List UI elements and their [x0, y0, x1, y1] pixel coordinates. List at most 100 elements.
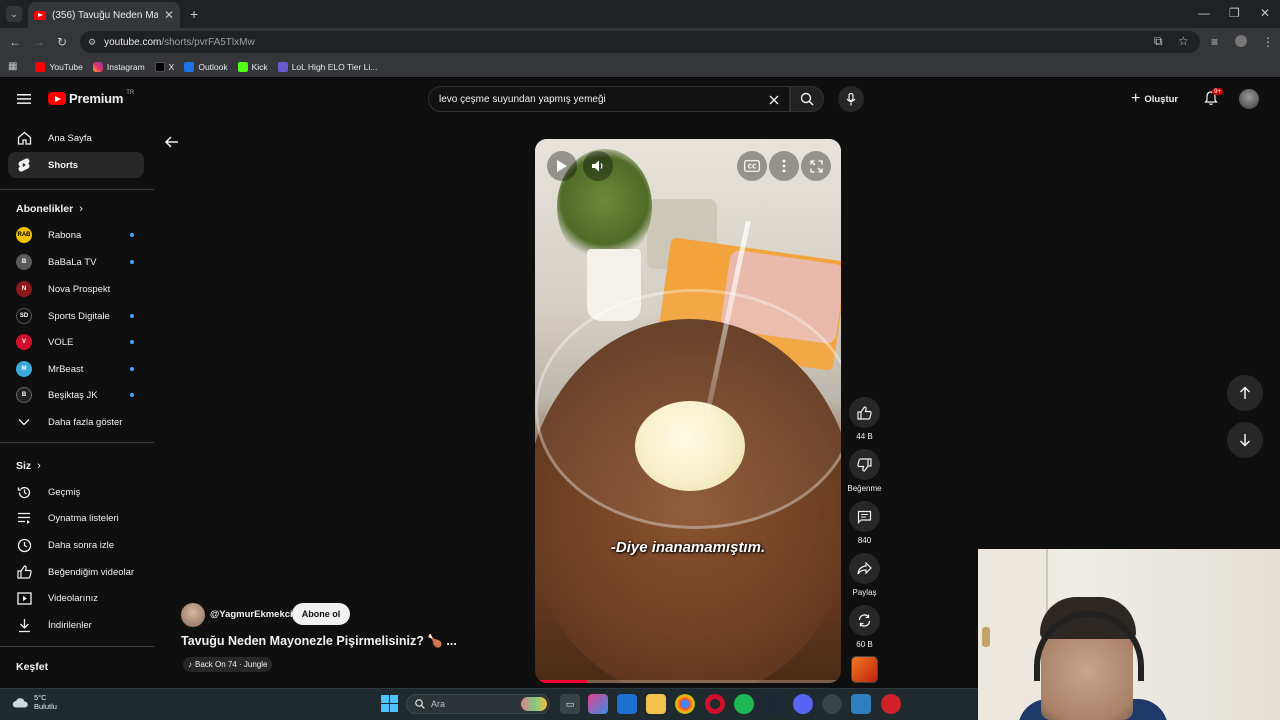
url-host: youtube.com	[104, 36, 162, 48]
network-app-icon[interactable]	[851, 694, 871, 714]
steam-icon[interactable]	[763, 694, 783, 714]
chrome-icon[interactable]	[675, 694, 695, 714]
share-button[interactable]: Paylaş	[849, 553, 880, 597]
youtube-premium-logo[interactable]: Premium TR	[48, 90, 134, 106]
history-icon	[16, 484, 32, 500]
window-close-icon[interactable]: ✕	[1260, 7, 1270, 19]
arrow-up-icon	[1239, 386, 1251, 399]
browser-menu-icon[interactable]: ⋮	[1262, 36, 1274, 48]
shorts-video-player[interactable]: CC -Diye inanamamıştım.	[535, 139, 841, 683]
next-short-button[interactable]	[1227, 422, 1263, 458]
sidebar-item-home[interactable]: Ana Sayfa	[8, 125, 144, 151]
audio-track-link[interactable]: ♪ Back On 74 · Jungle	[183, 657, 273, 672]
task-view-icon[interactable]: ▭	[560, 694, 580, 714]
new-tab-icon[interactable]: +	[190, 7, 198, 21]
tab-close-icon[interactable]: ✕	[164, 9, 174, 21]
sidebar-item-watch-later[interactable]: Daha sonra izle	[8, 532, 144, 558]
restore-icon[interactable]: ❐	[1229, 7, 1240, 19]
subscribe-button[interactable]: Abone ol	[292, 603, 350, 625]
door-handle	[982, 627, 990, 647]
spotify-icon[interactable]	[734, 694, 754, 714]
create-button[interactable]: + Oluştur	[1131, 91, 1178, 107]
site-info-icon[interactable]: ⚙	[88, 37, 96, 47]
sidebar-channel-besiktas[interactable]: B Beşiktaş JK	[8, 382, 144, 408]
bookmark-x[interactable]: X	[154, 61, 174, 72]
apps-grid-icon[interactable]: ▦	[8, 61, 17, 72]
you-heading[interactable]: Siz ›	[16, 460, 41, 472]
notifications-button[interactable]: 9+	[1204, 88, 1224, 107]
sidebar-channel-mrbeast[interactable]: M MrBeast	[8, 356, 144, 382]
account-avatar[interactable]	[1239, 89, 1259, 109]
volume-icon	[592, 160, 603, 172]
search-button[interactable]	[790, 86, 824, 112]
cloud-icon	[12, 697, 28, 707]
sidebar-channel-rabona[interactable]: RAB Rabona	[8, 222, 144, 248]
sidebar-item-history[interactable]: Geçmiş	[8, 479, 144, 505]
remix-button[interactable]: 60 B	[849, 605, 880, 649]
previous-short-button[interactable]	[1227, 375, 1263, 411]
volume-button[interactable]	[583, 151, 613, 181]
back-icon[interactable]: ←	[9, 36, 21, 48]
windows-start-icon[interactable]	[381, 695, 398, 712]
dislike-button[interactable]: Beğenme	[847, 449, 882, 493]
channel-avatar: SD	[16, 308, 32, 324]
thumbs-up-icon	[857, 405, 872, 420]
more-options-button[interactable]	[769, 151, 799, 181]
bookmark-youtube[interactable]: YouTube	[35, 61, 83, 72]
subscriptions-heading[interactable]: Abonelikler ›	[16, 203, 83, 215]
show-more-button[interactable]: Daha fazla göster	[8, 409, 144, 435]
channel-name[interactable]: @YagmurEkmekci	[210, 609, 293, 620]
forward-icon[interactable]: →	[33, 36, 45, 48]
app-icon[interactable]	[881, 694, 901, 714]
file-explorer-icon[interactable]	[646, 694, 666, 714]
tab-search-button[interactable]: ⌄	[6, 6, 22, 22]
play-button[interactable]	[547, 151, 577, 181]
sidebar-divider	[0, 189, 154, 190]
copilot-icon[interactable]	[588, 694, 608, 714]
fullscreen-button[interactable]	[801, 151, 831, 181]
settings-icon[interactable]	[822, 694, 842, 714]
bookmark-kick[interactable]: Kick	[237, 61, 268, 72]
search-icon	[800, 92, 814, 106]
reload-icon[interactable]: ↻	[57, 36, 67, 48]
bookmark-instagram[interactable]: Instagram	[92, 61, 145, 72]
clear-search-icon[interactable]	[769, 95, 779, 105]
hamburger-menu-icon[interactable]	[17, 93, 31, 105]
install-app-icon[interactable]: ⧉	[1154, 35, 1163, 47]
comments-button[interactable]: 840	[849, 501, 880, 545]
sidebar-item-shorts[interactable]: Shorts	[8, 152, 144, 178]
discord-icon[interactable]	[793, 694, 813, 714]
back-arrow-icon[interactable]	[163, 133, 181, 151]
chevron-right-icon: ›	[37, 460, 41, 472]
search-input[interactable]: levo çeşme suyundan yapmış yemeği	[428, 86, 790, 112]
short-title[interactable]: Tavuğu Neden Mayonezle Pişirmelisiniz? 🍗…	[181, 634, 457, 649]
sidebar-item-your-videos[interactable]: Videolarınız	[8, 585, 144, 611]
bookmark-outlook[interactable]: Outlook	[184, 61, 228, 72]
profile-avatar-icon[interactable]	[1235, 35, 1247, 47]
browser-tab-active[interactable]: (356) Tavuğu Neden Mayonezle ✕	[28, 2, 180, 28]
sidebar-item-playlists[interactable]: Oynatma listeleri	[8, 505, 144, 531]
sidebar-channel-babala-tv[interactable]: B BaBaLa TV	[8, 249, 144, 275]
taskbar-search[interactable]: Ara	[406, 694, 550, 714]
media-controls-icon[interactable]: ≡	[1211, 36, 1218, 48]
audio-thumbnail[interactable]	[851, 656, 878, 683]
channel-avatar[interactable]	[181, 603, 205, 627]
like-count: 44 B	[856, 432, 873, 441]
video-progress-bar[interactable]	[535, 680, 841, 683]
opera-icon[interactable]	[705, 694, 725, 714]
sidebar-channel-sports-digitale[interactable]: SD Sports Digitale	[8, 303, 144, 329]
mail-icon[interactable]	[617, 694, 637, 714]
weather-widget[interactable]: 5°C Bulutlu	[12, 693, 57, 711]
minimize-icon[interactable]: —	[1198, 7, 1210, 19]
bookmark-star-icon[interactable]: ☆	[1178, 35, 1189, 47]
like-button[interactable]: 44 B	[849, 397, 880, 441]
captions-icon: CC	[744, 160, 760, 172]
sidebar-item-liked-videos[interactable]: Beğendiğim videolar	[8, 559, 144, 585]
sidebar-channel-nova-prospekt[interactable]: N Nova Prospekt	[8, 276, 144, 302]
sidebar-item-downloads[interactable]: İndirilenler	[8, 612, 144, 638]
voice-search-button[interactable]	[838, 86, 864, 112]
captions-button[interactable]: CC	[737, 151, 767, 181]
bookmark-lol-tier[interactable]: LoL High ELO Tier Li...	[277, 61, 377, 72]
sidebar-channel-vole[interactable]: V VOLE	[8, 329, 144, 355]
url-field[interactable]: ⚙ youtube.com/shorts/pvrFA5TlxMw ⧉ ☆	[80, 31, 1200, 53]
